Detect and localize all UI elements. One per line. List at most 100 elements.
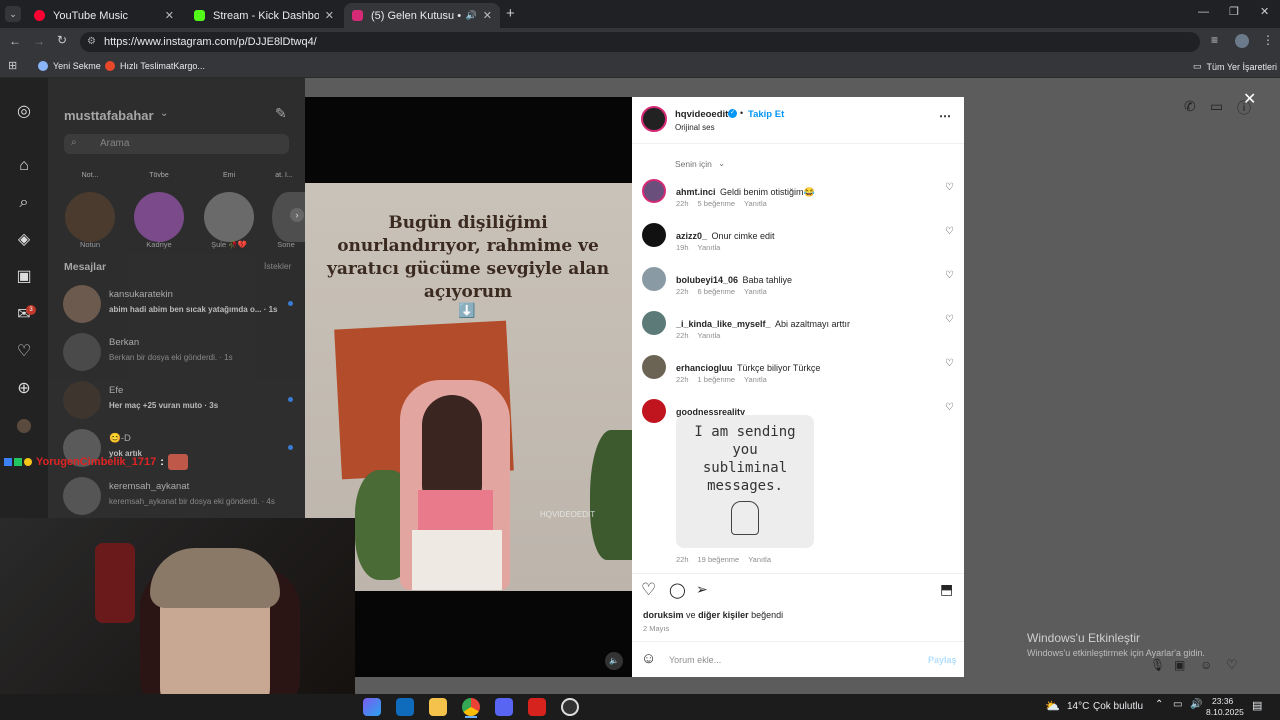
reply-button[interactable]: Yanıtla — [744, 375, 767, 384]
heart-icon[interactable]: ♡ — [945, 226, 954, 237]
heart-icon[interactable]: ♡ — [945, 270, 954, 281]
heart-icon[interactable]: ♡ — [945, 358, 954, 369]
mute-icon[interactable]: 🔈 — [605, 652, 623, 670]
author-avatar[interactable] — [641, 106, 667, 132]
reply-button[interactable]: Yanıtla — [744, 199, 767, 208]
outlook-icon[interactable] — [396, 698, 414, 716]
avatar[interactable] — [642, 267, 666, 291]
avatar[interactable] — [642, 355, 666, 379]
back-icon[interactable]: ← — [9, 34, 21, 48]
notifications-icon[interactable]: ▤ — [1252, 699, 1262, 712]
volume-icon[interactable]: 🔊 — [1190, 699, 1202, 710]
file-explorer-icon[interactable] — [429, 698, 447, 716]
conversation-item[interactable]: kansukaratekin abim hadi abim ben sıcak … — [63, 281, 303, 327]
discord-icon[interactable] — [495, 698, 513, 716]
heart-icon[interactable]: ♡ — [14, 342, 34, 362]
audio-label[interactable]: Orijinal ses — [675, 123, 715, 132]
heart-icon[interactable]: ♡ — [945, 402, 954, 413]
reply-button[interactable]: Yanıtla — [698, 243, 721, 252]
author-username[interactable]: hqvideoedit — [675, 109, 728, 120]
emoji-icon[interactable]: ☺ — [641, 650, 656, 667]
menu-icon[interactable]: ⋮ — [1262, 33, 1274, 47]
speaker-icon[interactable]: 🔊 — [466, 10, 477, 21]
tab-instagram[interactable]: (5) Gelen Kutusu • Sohbetler 🔊 ✕ — [344, 3, 500, 28]
chevron-down-icon[interactable]: ⌄ — [718, 158, 725, 169]
tray-chevron-icon[interactable]: ⌃ — [1155, 699, 1163, 710]
story-avatar[interactable] — [65, 192, 115, 242]
reply-button[interactable]: Yanıtla — [748, 555, 771, 564]
stories-next-icon[interactable]: › — [290, 208, 304, 222]
minimize-button[interactable]: — — [1198, 6, 1209, 18]
conversation-item[interactable]: keremsah_aykanat keremsah_aykanat bir do… — [63, 473, 303, 519]
winrar-icon[interactable] — [528, 698, 546, 716]
story-avatar[interactable] — [134, 192, 184, 242]
comment-icon[interactable]: ◯ — [669, 581, 686, 599]
close-icon[interactable]: ✕ — [483, 9, 492, 22]
image-icon[interactable]: ▣ — [1174, 658, 1185, 672]
search-input[interactable]: ⌕ Arama — [64, 134, 289, 154]
chevron-down-icon[interactable]: ⌄ — [160, 108, 168, 119]
clock-date[interactable]: 8.10.2025 — [1206, 707, 1244, 717]
follow-button[interactable]: Takip Et — [748, 109, 784, 120]
close-modal-icon[interactable]: ✕ — [1243, 89, 1256, 109]
media-icon[interactable]: ≡ — [1211, 33, 1218, 47]
search-icon[interactable]: ⌕ — [14, 193, 34, 213]
close-icon[interactable]: ✕ — [165, 9, 174, 22]
comment-input[interactable]: Yorum ekle... — [669, 655, 721, 665]
forward-icon[interactable]: → — [33, 34, 45, 48]
like-icon[interactable]: ♡ — [641, 580, 656, 600]
chrome-icon[interactable] — [462, 698, 480, 716]
reels-icon[interactable]: ▣ — [14, 267, 34, 287]
comment-filter[interactable]: Senin için — [675, 159, 712, 169]
m365-icon[interactable] — [363, 698, 381, 716]
username-header[interactable]: musttafabahar — [64, 108, 154, 123]
create-icon[interactable]: ⊕ — [14, 379, 34, 399]
instagram-logo-icon[interactable]: ◎ — [14, 102, 34, 122]
liked-by-user[interactable]: doruksim — [643, 610, 684, 620]
video-call-icon[interactable]: ▭ — [1210, 98, 1223, 115]
conversation-item[interactable]: Efe Her maç +25 vuran muto · 3s — [63, 377, 303, 423]
reply-button[interactable]: Yanıtla — [698, 331, 721, 340]
comment-user[interactable]: bolubeyi14_06 — [676, 275, 738, 285]
save-icon[interactable]: ⬒ — [940, 581, 953, 598]
comment-likes[interactable]: 19 beğenme — [698, 555, 740, 564]
comment-likes[interactable]: 6 beğenme — [698, 287, 736, 296]
bookmark-all[interactable]: ▭ Tüm Yer İşaretleri — [1193, 61, 1277, 72]
new-tab-button[interactable]: + — [506, 5, 515, 22]
close-window-button[interactable]: ✕ — [1260, 5, 1269, 18]
avatar[interactable] — [642, 399, 666, 423]
obs-icon[interactable] — [561, 698, 579, 716]
liked-by-others[interactable]: diğer kişiler — [698, 610, 749, 620]
heart-icon[interactable]: ♡ — [945, 314, 954, 325]
comment-user[interactable]: _i_kinda_like_myself_ — [676, 319, 771, 329]
close-icon[interactable]: ✕ — [325, 9, 334, 22]
weather-icon[interactable]: ⛅ — [1045, 699, 1060, 713]
mic-icon[interactable]: 🎙 — [1150, 658, 1165, 672]
requests-link[interactable]: İstekler — [264, 261, 291, 271]
heart-icon[interactable]: ♡ — [1226, 657, 1238, 673]
clock-time[interactable]: 23:36 — [1212, 696, 1233, 706]
tab-youtube-music[interactable]: YouTube Music ✕ — [26, 3, 182, 28]
new-message-icon[interactable]: ✎ — [275, 105, 287, 122]
restore-button[interactable]: ❐ — [1229, 5, 1239, 18]
tab-kick[interactable]: Stream - Kick Dashboard ✕ — [186, 3, 342, 28]
site-info-icon[interactable]: ⚙ — [87, 32, 96, 52]
share-icon[interactable]: ➢ — [696, 581, 708, 598]
profile-avatar[interactable] — [17, 419, 31, 433]
bookmark-new-tab[interactable]: Yeni Sekme — [38, 61, 101, 71]
reload-icon[interactable]: ↻ — [57, 33, 67, 47]
comment-user[interactable]: erhanciogluu — [676, 363, 733, 373]
home-icon[interactable]: ⌂ — [14, 156, 34, 176]
profile-avatar[interactable] — [1235, 34, 1249, 48]
avatar[interactable] — [642, 223, 666, 247]
conversation-item[interactable]: Berkan Berkan bir dosya eki gönderdi. · … — [63, 329, 303, 375]
heart-icon[interactable]: ♡ — [945, 182, 954, 193]
story-avatar[interactable] — [204, 192, 254, 242]
avatar[interactable] — [642, 179, 666, 203]
avatar[interactable] — [642, 311, 666, 335]
comment-user[interactable]: azizz0_ — [676, 231, 707, 241]
comment-likes[interactable]: 1 beğenme — [698, 375, 736, 384]
sticker-icon[interactable]: ☺ — [1200, 658, 1212, 672]
share-comment-button[interactable]: Paylaş — [928, 655, 957, 665]
comment-likes[interactable]: 5 beğenme — [698, 199, 736, 208]
